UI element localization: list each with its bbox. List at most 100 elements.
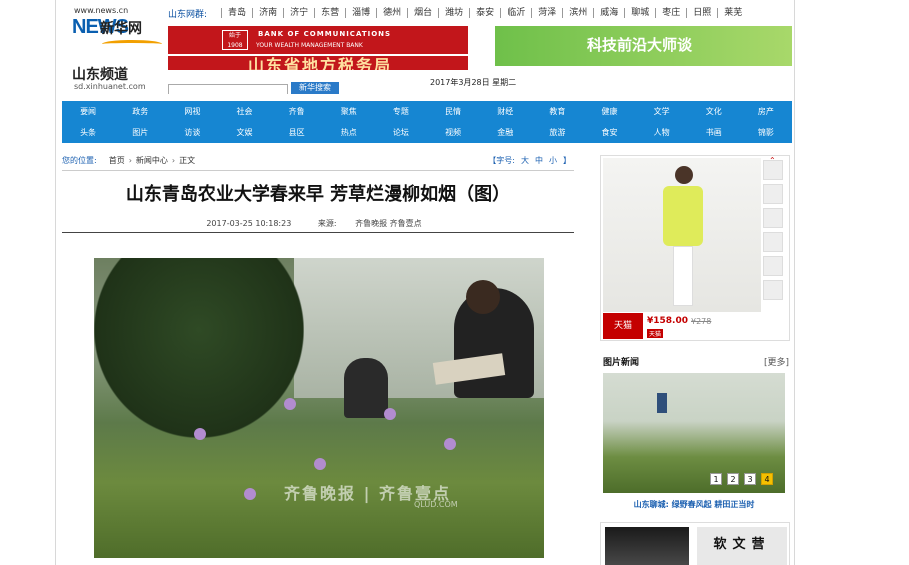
current-date: 2017年3月28日 星期二 (430, 78, 517, 87)
nav-item[interactable]: 政务 (114, 101, 166, 122)
nav-item[interactable]: 金融 (479, 122, 531, 143)
city-link[interactable]: 枣庄 (655, 8, 686, 18)
tech-ad-text: 科技前沿大师谈 (587, 36, 693, 54)
city-network-label: 山东网群: (168, 9, 208, 20)
nav-item[interactable]: 头条 (62, 122, 114, 143)
nav-item[interactable]: 民情 (427, 101, 479, 122)
article-datetime: 2017-03-25 10:18:23 (206, 219, 292, 228)
sidebar-ad[interactable]: 软文营 (600, 522, 790, 565)
nav-item[interactable]: 社会 (218, 101, 270, 122)
city-link[interactable]: 威海 (593, 8, 624, 18)
divider (62, 170, 574, 171)
tax-ad-banner[interactable]: 山东省地方税务局 (168, 56, 468, 70)
chevron-right-icon: › (171, 155, 176, 165)
tax-ad-text: 山东省地方税务局 (248, 56, 393, 70)
ad-image (605, 527, 689, 565)
channel-url: sd.xinhuanet.com (74, 82, 146, 91)
divider (62, 232, 574, 233)
nav-item[interactable]: 房产 (740, 101, 792, 122)
city-link[interactable]: 青岛 (221, 8, 252, 18)
city-link[interactable]: 莱芜 (717, 8, 748, 18)
channel-name: 山东频道 (72, 67, 128, 83)
city-link[interactable]: 济南 (252, 8, 283, 18)
more-link[interactable]: [更多] (764, 355, 789, 368)
nav-item[interactable]: 文娱 (218, 122, 270, 143)
bank-since-badge: 始于1908 (222, 30, 248, 50)
product-image (603, 158, 761, 312)
city-link[interactable]: 东营 (314, 8, 345, 18)
nav-item[interactable]: 视频 (427, 122, 479, 143)
nav-item[interactable]: 县区 (271, 122, 323, 143)
nav-item[interactable]: 要闻 (62, 101, 114, 122)
page-button[interactable]: 1 (710, 473, 722, 485)
city-link[interactable]: 潍坊 (438, 8, 469, 18)
search-button[interactable]: 新华搜索 (291, 82, 339, 94)
nav-item[interactable]: 锦影 (740, 122, 792, 143)
thumbnail[interactable] (763, 280, 783, 300)
nav-item[interactable]: 专题 (375, 101, 427, 122)
thumbnail[interactable] (763, 232, 783, 252)
nav-item[interactable]: 书画 (688, 122, 740, 143)
nav-item[interactable]: 文学 (636, 101, 688, 122)
nav-item[interactable]: 齐鲁 (271, 101, 323, 122)
city-link[interactable]: 临沂 (500, 8, 531, 18)
nav-item[interactable]: 论坛 (375, 122, 427, 143)
city-link[interactable]: 泰安 (469, 8, 500, 18)
thumbnail[interactable] (763, 208, 783, 228)
city-link[interactable]: 日照 (686, 8, 717, 18)
nav-item[interactable]: 网视 (166, 101, 218, 122)
logo-url: www.news.cn (74, 6, 129, 15)
font-size-switcher: 【字号: 大中小】 (485, 155, 574, 166)
flower (194, 428, 206, 440)
page-button[interactable]: 3 (744, 473, 756, 485)
article-source[interactable]: 齐鲁晚报 齐鲁壹点 (355, 219, 422, 228)
nav-item[interactable]: 聚焦 (323, 101, 375, 122)
city-link[interactable]: 德州 (376, 8, 407, 18)
logo-swoosh-icon (102, 40, 162, 48)
nav-item[interactable]: 访谈 (166, 122, 218, 143)
city-link[interactable]: 烟台 (407, 8, 438, 18)
picture-news-header: 图片新闻 [更多] (603, 355, 789, 368)
page-button-active[interactable]: 4 (761, 473, 773, 485)
nav-item[interactable]: 热点 (323, 122, 375, 143)
city-link[interactable]: 济宁 (283, 8, 314, 18)
picture-news-caption[interactable]: 山东聊城: 绿野春风起 耕田正当时 (603, 499, 785, 510)
site-logo[interactable]: www.news.cn NEWS 新华网 山东频道 sd.xinhuanet.c… (72, 6, 164, 91)
flower (314, 458, 326, 470)
page-button[interactable]: 2 (727, 473, 739, 485)
search-input[interactable] (168, 84, 288, 94)
nav-item[interactable]: 图片 (114, 122, 166, 143)
tmall-ad[interactable]: 天猫 ¥158.00 ¥278 天猫 ⌃ (600, 155, 790, 341)
breadcrumb-news-center[interactable]: 新闻中心 (136, 155, 168, 166)
flower (384, 408, 396, 420)
city-link[interactable]: 菏泽 (531, 8, 562, 18)
breadcrumb-home[interactable]: 首页 (109, 155, 125, 166)
nav-item[interactable]: 食安 (583, 122, 635, 143)
thumbnail[interactable] (763, 256, 783, 276)
tech-ad-banner[interactable]: 科技前沿大师谈 (495, 26, 792, 66)
breadcrumb: 您的位置: 首页 › 新闻中心 › 正文 【字号: 大中小】 (62, 154, 574, 166)
thumbnail[interactable] (763, 184, 783, 204)
breadcrumb-label: 您的位置: (62, 155, 97, 165)
city-link[interactable]: 聊城 (624, 8, 655, 18)
font-size-end: 】 (563, 155, 571, 165)
tmall-label: 天猫 (603, 313, 643, 339)
nav-item[interactable]: 健康 (583, 101, 635, 122)
nav-item[interactable]: 人物 (636, 122, 688, 143)
city-link[interactable]: 滨州 (562, 8, 593, 18)
nav-item[interactable]: 教育 (531, 101, 583, 122)
thumbnail[interactable] (763, 160, 783, 180)
bank-ad-slogan: YOUR WEALTH MANAGEMENT BANK (256, 42, 363, 49)
logo-name: 新华网 (100, 21, 142, 37)
font-size-medium[interactable]: 中 (535, 156, 543, 165)
nav-item[interactable]: 财经 (479, 101, 531, 122)
bank-ad-banner[interactable]: 始于1908 BANK OF COMMUNICATIONS YOUR WEALT… (168, 26, 468, 54)
font-size-large[interactable]: 大 (521, 156, 529, 165)
nav-item[interactable]: 文化 (688, 101, 740, 122)
article-photo: 齐鲁晚报 | 齐鲁壹点 QLUD.COM (94, 258, 544, 558)
city-link[interactable]: 淄博 (345, 8, 376, 18)
font-size-small[interactable]: 小 (549, 156, 557, 165)
nav-item[interactable]: 旅游 (531, 122, 583, 143)
flower (284, 398, 296, 410)
article-title: 山东青岛农业大学春来早 芳草烂漫柳如烟（图） (125, 184, 511, 205)
